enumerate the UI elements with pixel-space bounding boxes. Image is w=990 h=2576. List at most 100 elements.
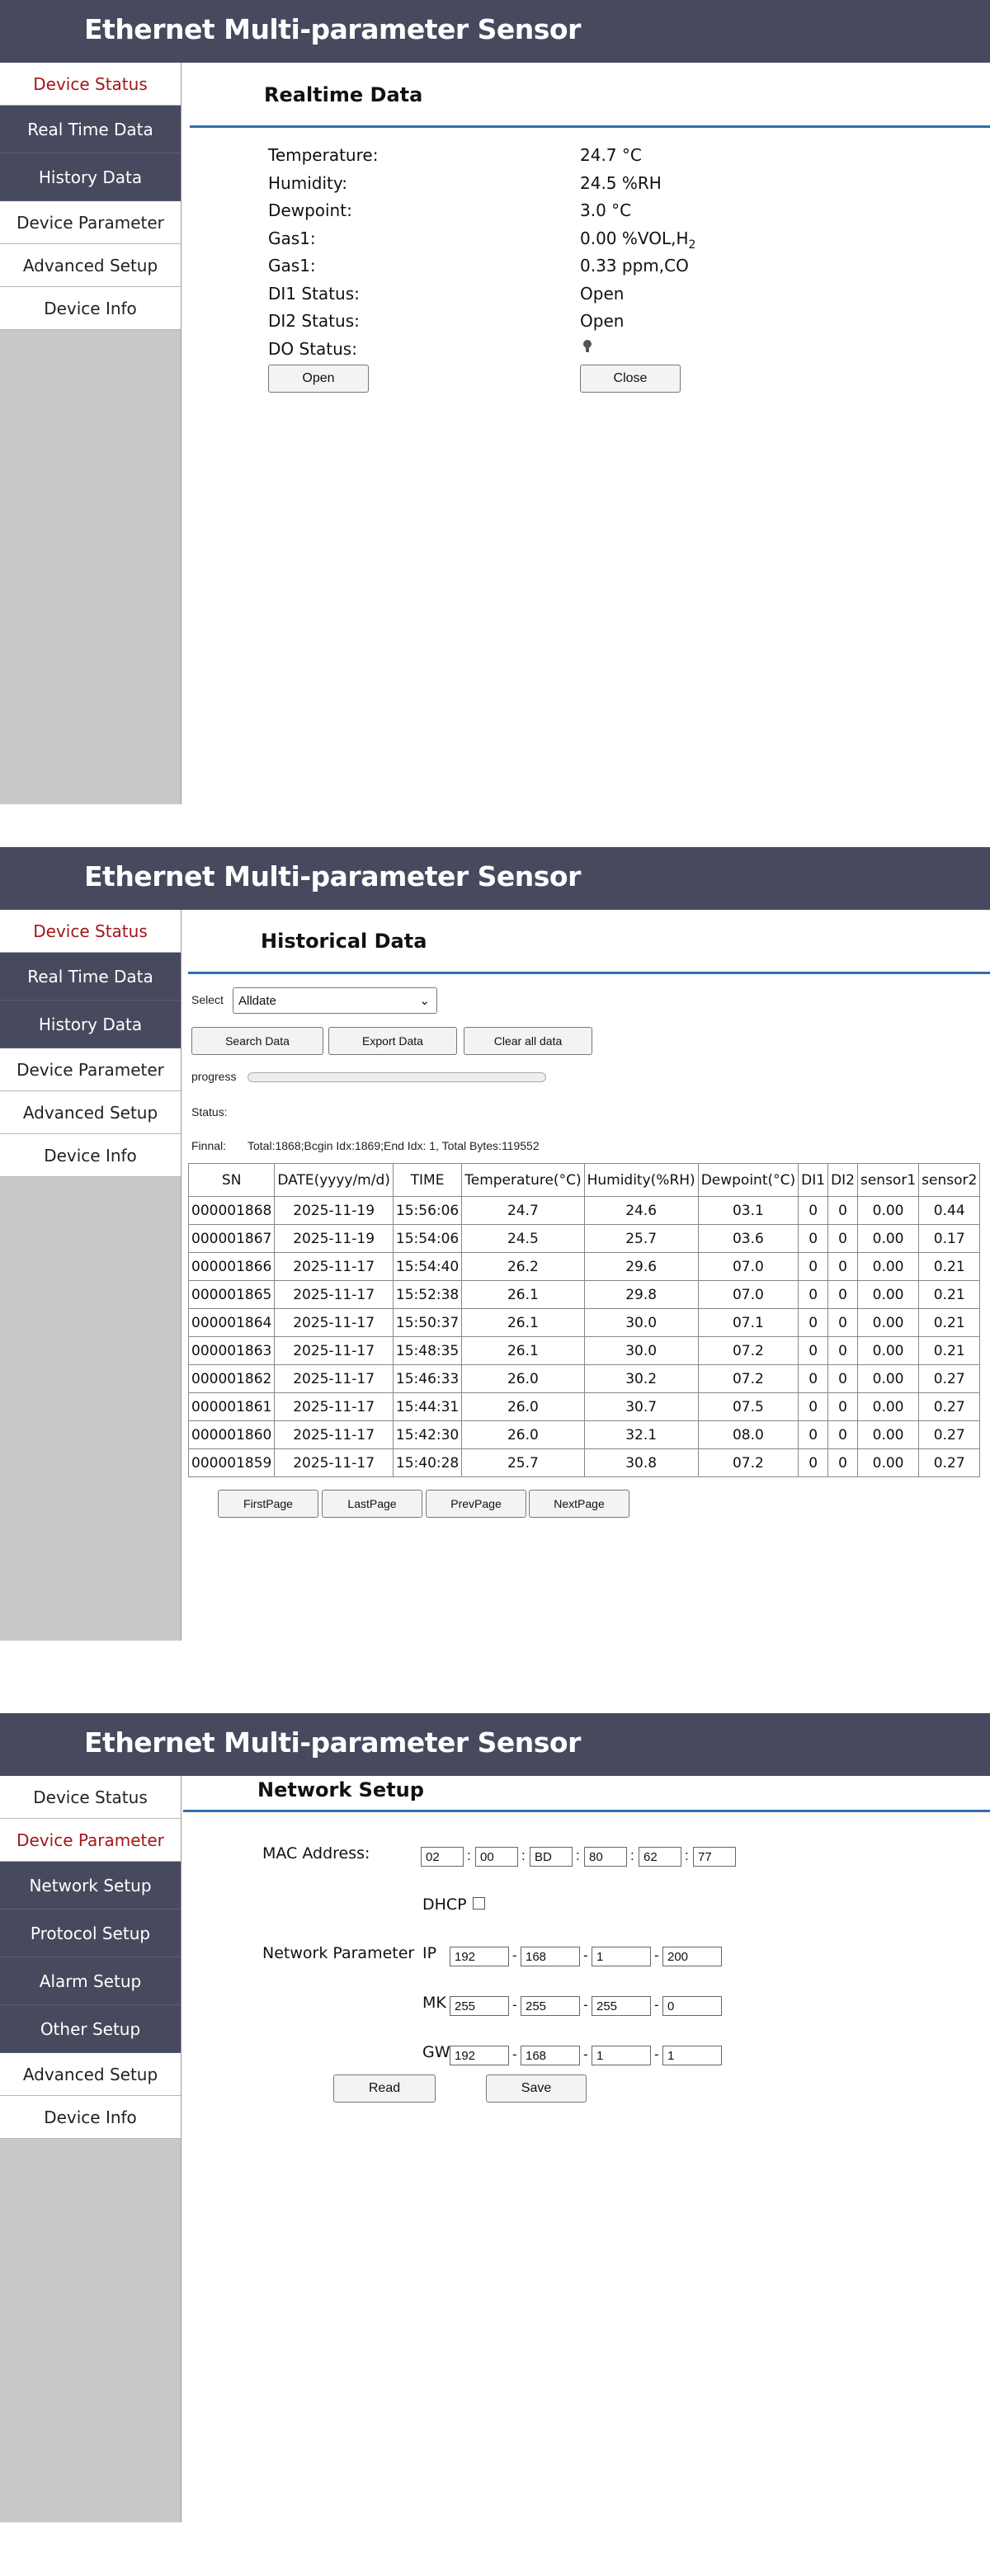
- do-open-button[interactable]: Open: [268, 365, 369, 393]
- nav-device-parameter[interactable]: Device Parameter: [0, 1819, 181, 1862]
- column-header: SN: [187, 1163, 276, 1197]
- nav-device-status[interactable]: Device Status: [0, 63, 181, 106]
- sidebar: Device Status Real Time Data History Dat…: [0, 910, 182, 1641]
- nav-device-parameter[interactable]: Device Parameter: [0, 1048, 181, 1091]
- table-cell: 0: [827, 1196, 858, 1225]
- last-page-button[interactable]: LastPage: [322, 1490, 422, 1518]
- mac-address-octet-4[interactable]: 80: [584, 1847, 627, 1867]
- app-header: Ethernet Multi-parameter Sensor: [0, 0, 990, 63]
- nav-history-data[interactable]: History Data: [0, 1001, 181, 1048]
- column-header: DI1: [798, 1163, 829, 1197]
- table-row: 000001863 2025-11-17 15:48:35 26.1 30.0 07.2 0…: [187, 1336, 981, 1365]
- table-cell: 000001863: [187, 1336, 276, 1365]
- table-cell: 15:48:35: [392, 1336, 463, 1365]
- field-separator: -: [512, 1947, 517, 1963]
- nav-advanced-setup[interactable]: Advanced Setup: [0, 1091, 181, 1134]
- nav-device-status[interactable]: Device Status: [0, 1776, 181, 1819]
- nav-alarm-setup[interactable]: Alarm Setup: [0, 1957, 181, 2005]
- realtime-value: 3.0 °C: [580, 200, 631, 220]
- subnet-mask-octet-3[interactable]: 255: [592, 1996, 651, 2016]
- read-button[interactable]: Read: [333, 2074, 436, 2103]
- table-cell: 07.2: [697, 1336, 799, 1365]
- table-cell: 000001865: [187, 1280, 276, 1309]
- ip-address-octet-3[interactable]: 1: [592, 1947, 651, 1966]
- save-button[interactable]: Save: [486, 2074, 587, 2103]
- first-page-button[interactable]: FirstPage: [218, 1490, 318, 1518]
- nav-real-time-data[interactable]: Real Time Data: [0, 953, 181, 1001]
- nav-advanced-setup[interactable]: Advanced Setup: [0, 2053, 181, 2096]
- subnet-mask-octet-1[interactable]: 255: [450, 1996, 509, 2016]
- table-cell: 000001864: [187, 1308, 276, 1337]
- mac-address-octet-1[interactable]: 02: [421, 1847, 464, 1867]
- nav-history-data[interactable]: History Data: [0, 153, 181, 201]
- export-data-button[interactable]: Export Data: [328, 1027, 457, 1055]
- table-cell: 0.17: [918, 1224, 981, 1253]
- clear-all-data-button[interactable]: Clear all data: [464, 1027, 592, 1055]
- field-separator: :: [630, 1848, 634, 1863]
- table-header-row: SN DATE(yyyy/m/d) TIME Temperature(°C) Humid…: [187, 1163, 981, 1197]
- nav-other-setup[interactable]: Other Setup: [0, 2005, 181, 2053]
- gateway-octet-3[interactable]: 1: [592, 2046, 651, 2065]
- subnet-mask-octet-2[interactable]: 255: [521, 1996, 580, 2016]
- nav-device-info[interactable]: Device Info: [0, 1134, 181, 1177]
- nav-real-time-data[interactable]: Real Time Data: [0, 106, 181, 153]
- table-cell: 2025-11-19: [274, 1196, 394, 1225]
- table-cell: 0.00: [856, 1224, 920, 1253]
- mac-address-octet-5[interactable]: 62: [639, 1847, 681, 1867]
- column-header: Humidity(%RH): [583, 1163, 699, 1197]
- table-cell: 0: [827, 1252, 858, 1281]
- table-cell: 30.7: [583, 1392, 699, 1421]
- table-cell: 2025-11-17: [274, 1252, 394, 1281]
- nav-device-parameter[interactable]: Device Parameter: [0, 201, 181, 244]
- field-separator: :: [685, 1848, 689, 1863]
- table-cell: 2025-11-19: [274, 1224, 394, 1253]
- status-label: Status:: [191, 1105, 228, 1118]
- prev-page-button[interactable]: PrevPage: [426, 1490, 526, 1518]
- table-row: 000001864 2025-11-17 15:50:37 26.1 30.0 07.1 0…: [187, 1308, 981, 1337]
- gateway-octet-4[interactable]: 1: [662, 2046, 722, 2065]
- table-cell: 0.00: [856, 1392, 920, 1421]
- mac-address-octet-2[interactable]: 00: [475, 1847, 518, 1867]
- table-cell: 0.27: [918, 1392, 981, 1421]
- table-cell: 26.1: [461, 1308, 585, 1337]
- mac-address-octet-6[interactable]: 77: [693, 1847, 736, 1867]
- date-range-select[interactable]: Alldate ⌄: [233, 987, 437, 1014]
- nav-device-info[interactable]: Device Info: [0, 287, 181, 330]
- table-cell: 0: [798, 1392, 829, 1421]
- table-cell: 30.0: [583, 1308, 699, 1337]
- gateway-octet-1[interactable]: 192: [450, 2046, 509, 2065]
- realtime-label: Gas1:: [268, 256, 316, 275]
- title-divider: [183, 1810, 990, 1812]
- nav-device-status[interactable]: Device Status: [0, 910, 181, 953]
- subnet-mask-octet-4[interactable]: 0: [662, 1996, 722, 2016]
- table-row: 000001862 2025-11-17 15:46:33 26.0 30.2 07.2 0…: [187, 1364, 981, 1393]
- table-cell: 0.00: [856, 1280, 920, 1309]
- nav-advanced-setup[interactable]: Advanced Setup: [0, 244, 181, 287]
- table-row: 000001861 2025-11-17 15:44:31 26.0 30.7 07.5 0…: [187, 1392, 981, 1421]
- nav-device-info[interactable]: Device Info: [0, 2096, 181, 2139]
- search-data-button[interactable]: Search Data: [191, 1027, 323, 1055]
- column-header: DI2: [827, 1163, 858, 1197]
- table-cell: 07.2: [697, 1448, 799, 1477]
- ip-address-octet-4[interactable]: 200: [662, 1947, 722, 1966]
- field-separator: -: [654, 2046, 659, 2062]
- do-close-button[interactable]: Close: [580, 365, 681, 393]
- next-page-button[interactable]: NextPage: [529, 1490, 629, 1518]
- ip-address-octet-2[interactable]: 168: [521, 1947, 580, 1966]
- nav-protocol-setup[interactable]: Protocol Setup: [0, 1910, 181, 1957]
- app-header: Ethernet Multi-parameter Sensor: [0, 847, 990, 910]
- ip-address-octet-1[interactable]: 192: [450, 1947, 509, 1966]
- history-table: SN DATE(yyyy/m/d) TIME Temperature(°C) Humid…: [187, 1163, 981, 1477]
- mac-address-octet-3[interactable]: BD: [530, 1847, 573, 1867]
- dhcp-checkbox[interactable]: [473, 1897, 485, 1910]
- table-cell: 0.21: [918, 1252, 981, 1281]
- column-header: DATE(yyyy/m/d): [274, 1163, 394, 1197]
- table-cell: 0: [798, 1308, 829, 1337]
- sidebar: Device Status Real Time Data History Dat…: [0, 63, 182, 804]
- table-row: 000001859 2025-11-17 15:40:28 25.7 30.8 07.2 0…: [187, 1448, 981, 1477]
- realtime-value: 24.5 %RH: [580, 173, 662, 193]
- table-cell: 03.6: [697, 1224, 799, 1253]
- gateway-octet-2[interactable]: 168: [521, 2046, 580, 2065]
- table-row: 000001867 2025-11-19 15:54:06 24.5 25.7 03.6 0…: [187, 1224, 981, 1253]
- nav-network-setup[interactable]: Network Setup: [0, 1862, 181, 1910]
